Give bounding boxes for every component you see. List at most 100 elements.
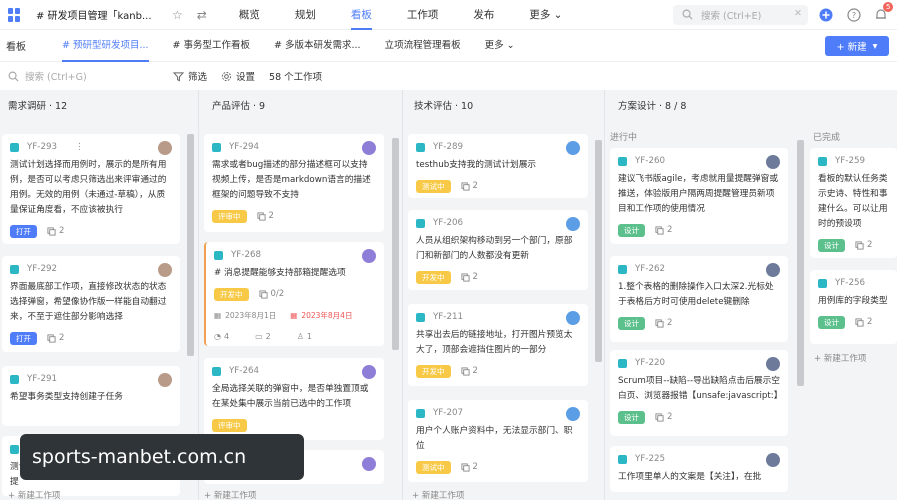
card-yf-292[interactable]: YF-292 界面最底部工作项，直接修改状态的状态选择弹窗，希望像协作版一样能自… <box>2 256 180 352</box>
status-tag[interactable]: 设计 <box>618 224 645 237</box>
settings-button[interactable]: 设置 <box>221 69 255 83</box>
task-type-icon <box>212 366 221 376</box>
subtask-count-value: 2 <box>268 211 274 221</box>
card-yf-207[interactable]: YF-207 用户个人账户资料中，无法显示部门、职位 测试中 2 <box>408 400 588 482</box>
status-tag[interactable]: 设计 <box>618 411 645 424</box>
column-scrollbar[interactable] <box>187 134 194 356</box>
calendar-icon: ▦ <box>214 311 222 320</box>
view-label: 看板 <box>6 42 26 53</box>
add-circle-icon[interactable] <box>819 8 833 22</box>
status-tag[interactable]: 测试中 <box>416 180 451 193</box>
card-title: 希望事务类型支持创建子任务 <box>10 392 123 402</box>
card-title: 需求或者bug描述的部分描述框可以支持视频上传，是否是markdown语言的描述… <box>212 160 371 200</box>
status-tag[interactable]: 评审中 <box>212 419 247 432</box>
filter-bar: 搜索 (Ctrl+G) 筛选 设置 58 个工作项 <box>0 62 897 90</box>
switch-icon[interactable]: ⇄ <box>197 8 207 22</box>
global-search-input[interactable]: 搜索 (Ctrl+E) ✕ <box>673 5 808 25</box>
column-divider <box>604 90 605 500</box>
nav-planning[interactable]: 规划 <box>295 0 316 30</box>
task-type-icon <box>416 312 425 322</box>
status-tag[interactable]: 设计 <box>818 316 845 329</box>
card-title: 1.整个表格的删除操作入口太深2.光标处于表格后方时可使用delete键删除 <box>618 282 774 307</box>
card-id: YF-262 <box>635 263 666 274</box>
tab-approval[interactable]: 立项流程管理看板 <box>385 30 461 62</box>
task-type-icon <box>416 218 425 228</box>
close-icon[interactable]: ✕ <box>794 8 802 19</box>
nav-work-items[interactable]: 工作项 <box>407 0 439 30</box>
card-title: 建议飞书版agile，考虑就用量提醒弹窗或推送，体验版用户隔两周提醒管理员新项目… <box>618 174 779 214</box>
column-scrollbar[interactable] <box>595 140 602 362</box>
add-work-item-button[interactable]: + 新建工作项 <box>412 489 464 500</box>
status-tag[interactable]: 评审中 <box>212 210 247 223</box>
card-yf-293[interactable]: YF-293 ⋮ 测试计划选择而用例时，展示的是所有用例，是否可以考虑只筛选出来评… <box>2 134 180 244</box>
column-header-tech-eval: 技术评估 · 10 <box>414 101 474 112</box>
add-work-item-button[interactable]: + 新建工作项 <box>8 489 60 500</box>
status-tag[interactable]: 设计 <box>818 239 845 252</box>
card-id: YF-256 <box>835 277 866 288</box>
card-yf-289[interactable]: YF-289 testhub支持我的测试计划展示 测试中 2 <box>408 134 588 198</box>
app-grid-icon[interactable] <box>8 7 22 22</box>
status-tag[interactable]: 打开 <box>10 225 37 238</box>
task-type-icon <box>818 278 827 288</box>
status-tag[interactable]: 开发中 <box>416 365 451 378</box>
tab-preresearch[interactable]: # 预研型研发项目... <box>62 30 149 62</box>
subtask-count-value: 2 <box>472 181 478 191</box>
card-title: 共享出去后的链接地址，打开图片预览太大了，顶部会遮挡住图片的一部分 <box>416 330 573 355</box>
add-work-item-button[interactable]: + 新建工作项 <box>814 352 866 364</box>
status-tag[interactable]: 开发中 <box>214 288 249 301</box>
subtask-count: 2 <box>655 223 672 238</box>
avatar <box>362 457 376 471</box>
subtask-count: 2 <box>460 460 478 475</box>
card-yf-264[interactable]: YF-264 全局选择关联的弹窗中，是否单独置顶或在某处集中展示当前已选中的工作… <box>204 358 384 440</box>
status-tag[interactable]: 打开 <box>10 332 37 345</box>
status-tag[interactable]: 测试中 <box>416 461 451 474</box>
card-title: # 消息提醒能够支持部箱提醒选项 <box>214 268 346 278</box>
filter-button[interactable]: 筛选 <box>173 69 207 83</box>
card-yf-220[interactable]: YF-220 Scrum项目--缺陷--导出缺陷点击后展示空白页、浏览器报错【u… <box>610 350 788 436</box>
board-search-input[interactable]: 搜索 (Ctrl+G) <box>8 69 173 83</box>
more-icon[interactable]: ⋮ <box>75 140 84 155</box>
column-header-product-eval: 产品评估 · 9 <box>212 101 266 112</box>
card-yf-256[interactable]: YF-256 用例库的字段类型 设计 2 <box>810 270 897 344</box>
nav-kanban[interactable]: 看板 <box>350 0 372 30</box>
column-divider <box>402 90 403 500</box>
column-scrollbar[interactable] <box>797 140 804 386</box>
card-title: 界面最底部工作项，直接修改状态的状态选择弹窗，希望像协作版一样能自动翻过来，不至… <box>10 282 167 322</box>
nav-more-label: 更多 <box>529 8 551 21</box>
tab-transaction[interactable]: # 事务型工作看板 <box>173 30 250 62</box>
avatar <box>362 249 376 263</box>
due-calendar-icon: ▦ <box>290 311 298 320</box>
tab-more[interactable]: 更多 ⌄ <box>485 30 515 62</box>
status-tag[interactable]: 设计 <box>618 317 645 330</box>
add-work-item-button[interactable]: + 新建工作项 <box>204 489 256 500</box>
status-tag[interactable]: 开发中 <box>416 271 451 284</box>
subtask-icon <box>460 463 470 472</box>
card-yf-225[interactable]: YF-225 工作项里单人的文案是【关注】，在批 <box>610 446 788 492</box>
nav-release[interactable]: 发布 <box>473 0 494 30</box>
project-title[interactable]: # 研发项目管理「kanb... <box>36 7 158 22</box>
card-yf-294[interactable]: YF-294 需求或者bug描述的部分描述框可以支持视频上传，是否是markdo… <box>204 134 384 232</box>
card-yf-211[interactable]: YF-211 共享出去后的链接地址，打开图片预览太大了，顶部会遮挡住图片的一部分… <box>408 304 588 386</box>
card-yf-291[interactable]: YF-291 希望事务类型支持创建子任务 <box>2 366 180 426</box>
comment-icon: ▭ <box>255 332 263 341</box>
subtask-count-value: 2 <box>867 317 873 327</box>
nav-overview[interactable]: 概览 <box>239 0 260 30</box>
new-button[interactable]: + 新建 ▾ <box>825 36 889 56</box>
subtask-count: 2 <box>47 224 64 239</box>
search-icon <box>8 71 19 82</box>
card-yf-268[interactable]: YF-268 # 消息提醒能够支持部箱提醒选项 开发中 0/2 ▦ 2023年8月1… <box>204 242 384 346</box>
subtask-icon <box>655 319 664 328</box>
card-yf-259[interactable]: YF-259 看板的默认任务类示史诗、特性和事建什么。可以让用时的预设项 设计 2 <box>810 148 897 258</box>
task-type-icon <box>618 454 627 464</box>
card-yf-260[interactable]: YF-260 建议飞书版agile，考虑就用量提醒弹窗或推送，体验版用户隔两周提… <box>610 148 788 244</box>
card-yf-262[interactable]: YF-262 1.整个表格的删除操作入口太深2.光标处于表格后方时可使用dele… <box>610 256 788 342</box>
subtask-count: 2 <box>460 364 478 379</box>
column-scrollbar[interactable] <box>392 138 399 350</box>
avatar <box>766 263 780 277</box>
help-icon[interactable]: ? <box>847 8 861 22</box>
card-yf-206[interactable]: YF-206 人员从组织架构移动到另一个部门，原部门和新部门的人数都没有更新 开… <box>408 210 588 290</box>
nav-more[interactable]: 更多 ⌄ <box>529 0 562 30</box>
tab-multiversion[interactable]: # 多版本研发需求... <box>274 30 361 62</box>
card-id: YF-289 <box>433 141 464 152</box>
star-icon[interactable]: ☆ <box>172 8 183 22</box>
